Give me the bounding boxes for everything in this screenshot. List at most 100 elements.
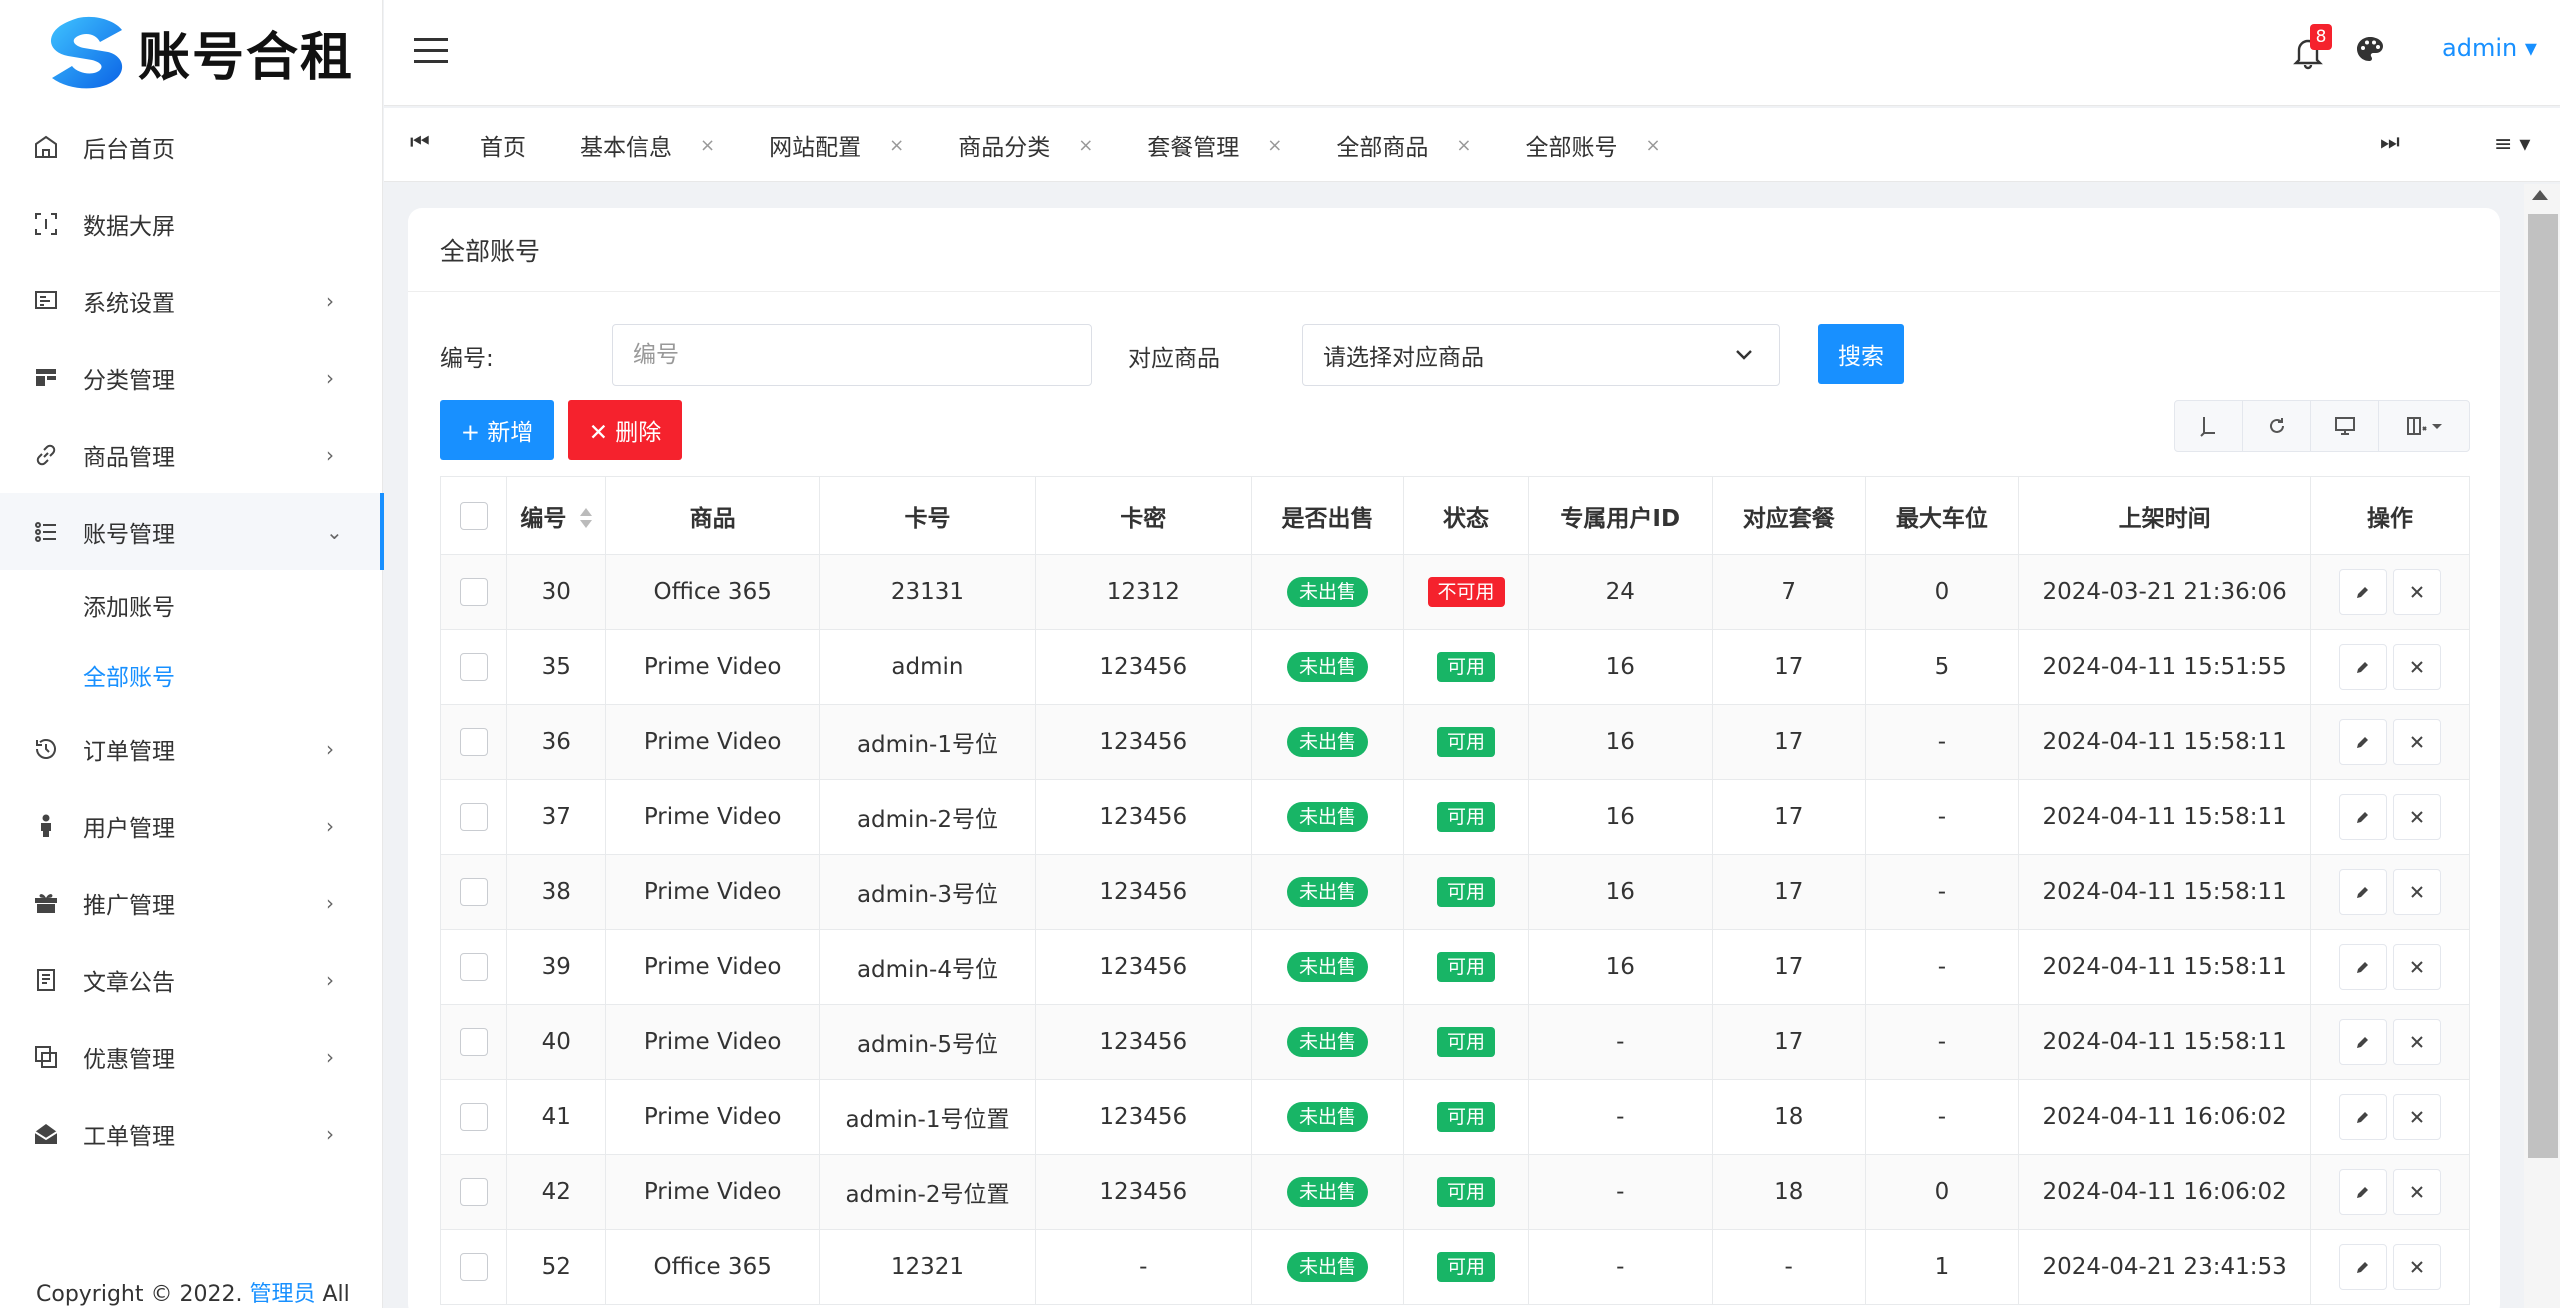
sidebar-item-dashboard[interactable]: 后台首页	[0, 108, 383, 185]
sidebar-item-tickets[interactable]: 工单管理 ›	[0, 1095, 383, 1172]
sidebar-item-accounts[interactable]: 账号管理 ⌄	[0, 493, 384, 570]
cell-id-value: 30	[541, 579, 571, 605]
cell-product: Prime Video	[605, 1004, 821, 1080]
columns-icon[interactable]	[2379, 401, 2469, 451]
sidebar-item-system-settings[interactable]: 系统设置 ›	[0, 262, 383, 339]
edit-button[interactable]	[2338, 1244, 2387, 1290]
row-checkbox[interactable]	[459, 878, 488, 906]
row-select-cell	[439, 929, 508, 1005]
product-select[interactable]: 请选择对应商品	[1302, 324, 1780, 386]
sidebar-item-label: 后台首页	[83, 136, 175, 163]
tab-home[interactable]: 首页	[480, 108, 526, 182]
id-input[interactable]	[612, 324, 1092, 386]
palette-icon[interactable]	[2354, 34, 2386, 66]
row-delete-button[interactable]	[2392, 569, 2441, 615]
sidebar-item-promotion[interactable]: 推广管理 ›	[0, 864, 383, 941]
row-delete-button[interactable]	[2392, 719, 2441, 765]
sidebar-item-articles[interactable]: 文章公告 ›	[0, 941, 383, 1018]
logo[interactable]: 账号合租	[38, 12, 354, 92]
row-delete-button[interactable]	[2392, 869, 2441, 915]
add-button[interactable]: + 新增	[440, 400, 554, 460]
row-delete-button[interactable]	[2392, 1169, 2441, 1215]
row-delete-button[interactable]	[2392, 1019, 2441, 1065]
edit-button[interactable]	[2338, 944, 2387, 990]
close-icon[interactable]: ×	[1456, 135, 1471, 156]
row-checkbox[interactable]	[459, 578, 488, 606]
app-root: 账号合租 后台首页 数据大屏 系统设置 › 分类管理 › 商品管理 › 账号管理…	[0, 0, 2560, 1308]
row-delete-button[interactable]	[2392, 1094, 2441, 1140]
edit-button[interactable]	[2338, 1019, 2387, 1065]
search-button[interactable]: 搜索	[1818, 324, 1904, 384]
cell-sold: 未出售	[1250, 1004, 1405, 1080]
tab-product-category[interactable]: 商品分类 ×	[958, 108, 1093, 182]
cell-secret: 123456	[1034, 854, 1252, 930]
sort-icon[interactable]	[580, 508, 593, 530]
cell-id-value: 39	[541, 954, 571, 980]
cell-plan-value: 17	[1774, 954, 1804, 980]
sidebar-item-label: 分类管理	[83, 367, 175, 394]
row-delete-button[interactable]	[2392, 644, 2441, 690]
row-checkbox[interactable]	[459, 1178, 488, 1206]
edit-button[interactable]	[2338, 1094, 2387, 1140]
tabs-last-icon[interactable]: ⏭	[2380, 130, 2400, 155]
close-icon[interactable]: ×	[889, 135, 904, 156]
tab-site-config[interactable]: 网站配置 ×	[769, 108, 904, 182]
edit-button[interactable]	[2338, 569, 2387, 615]
edit-button[interactable]	[2338, 794, 2387, 840]
tabs-first-icon[interactable]: ⏮	[410, 130, 430, 155]
column-header-seats: 最大车位	[1864, 476, 2020, 555]
sidebar-item-coupons[interactable]: 优惠管理 ›	[0, 1018, 383, 1095]
scrollbar-thumb[interactable]	[2528, 214, 2558, 1158]
close-icon[interactable]: ×	[1645, 135, 1660, 156]
column-header-id[interactable]: 编号	[506, 476, 607, 555]
tab-all-products[interactable]: 全部商品 ×	[1336, 108, 1471, 182]
row-checkbox[interactable]	[459, 1028, 488, 1056]
copyright-link[interactable]: 管理员	[249, 1282, 315, 1307]
cell-id-value: 52	[541, 1254, 571, 1280]
cell-status: 不可用	[1403, 554, 1529, 630]
cell-id-value: 35	[541, 654, 571, 680]
view-toggle-icon[interactable]	[2311, 401, 2379, 451]
cell-time-value: 2024-04-11 15:58:11	[2042, 804, 2287, 830]
toggle-search-icon[interactable]	[2175, 401, 2243, 451]
cell-uid: 16	[1527, 929, 1713, 1005]
menu-toggle-icon[interactable]	[414, 38, 448, 66]
close-icon[interactable]: ×	[1267, 135, 1282, 156]
tab-basic-info[interactable]: 基本信息 ×	[580, 108, 715, 182]
edit-button[interactable]	[2338, 1169, 2387, 1215]
row-checkbox[interactable]	[459, 1253, 488, 1281]
refresh-icon[interactable]	[2243, 401, 2311, 451]
close-icon[interactable]: ×	[1078, 135, 1093, 156]
scroll-up-icon[interactable]	[2532, 190, 2548, 200]
column-header-plan: 对应套餐	[1711, 476, 1866, 555]
tabs-menu-icon[interactable]: ≡ ▾	[2494, 132, 2530, 157]
copyright: Copyright © 2022. 管理员 All	[36, 1276, 350, 1308]
edit-button[interactable]	[2338, 644, 2387, 690]
row-checkbox[interactable]	[459, 1103, 488, 1131]
product-select-value: 请选择对应商品	[1323, 345, 1484, 371]
sidebar-subitem-add-account[interactable]: 添加账号	[0, 570, 383, 640]
sidebar-item-products[interactable]: 商品管理 ›	[0, 416, 383, 493]
sidebar-item-category[interactable]: 分类管理 ›	[0, 339, 383, 416]
cell-uid: -	[1527, 1079, 1713, 1155]
row-checkbox[interactable]	[459, 653, 488, 681]
row-checkbox[interactable]	[459, 953, 488, 981]
sidebar-item-users[interactable]: 用户管理 ›	[0, 787, 383, 864]
close-icon[interactable]: ×	[700, 135, 715, 156]
user-menu[interactable]: admin ▾	[2442, 34, 2537, 62]
row-delete-button[interactable]	[2392, 794, 2441, 840]
tab-package[interactable]: 套餐管理 ×	[1147, 108, 1282, 182]
select-all-checkbox[interactable]	[459, 501, 488, 530]
status-badge: 不可用	[1427, 577, 1505, 607]
tab-all-accounts[interactable]: 全部账号 ×	[1525, 108, 1660, 182]
edit-button[interactable]	[2338, 869, 2387, 915]
sidebar-subitem-all-accounts[interactable]: 全部账号	[0, 640, 383, 710]
row-delete-button[interactable]	[2392, 1244, 2441, 1290]
row-checkbox[interactable]	[459, 728, 488, 756]
row-delete-button[interactable]	[2392, 944, 2441, 990]
delete-button[interactable]: ✕ 删除	[568, 400, 682, 460]
sidebar-item-data-screen[interactable]: 数据大屏	[0, 185, 383, 262]
edit-button[interactable]	[2338, 719, 2387, 765]
row-checkbox[interactable]	[459, 803, 488, 831]
sidebar-item-orders[interactable]: 订单管理 ›	[0, 710, 383, 787]
